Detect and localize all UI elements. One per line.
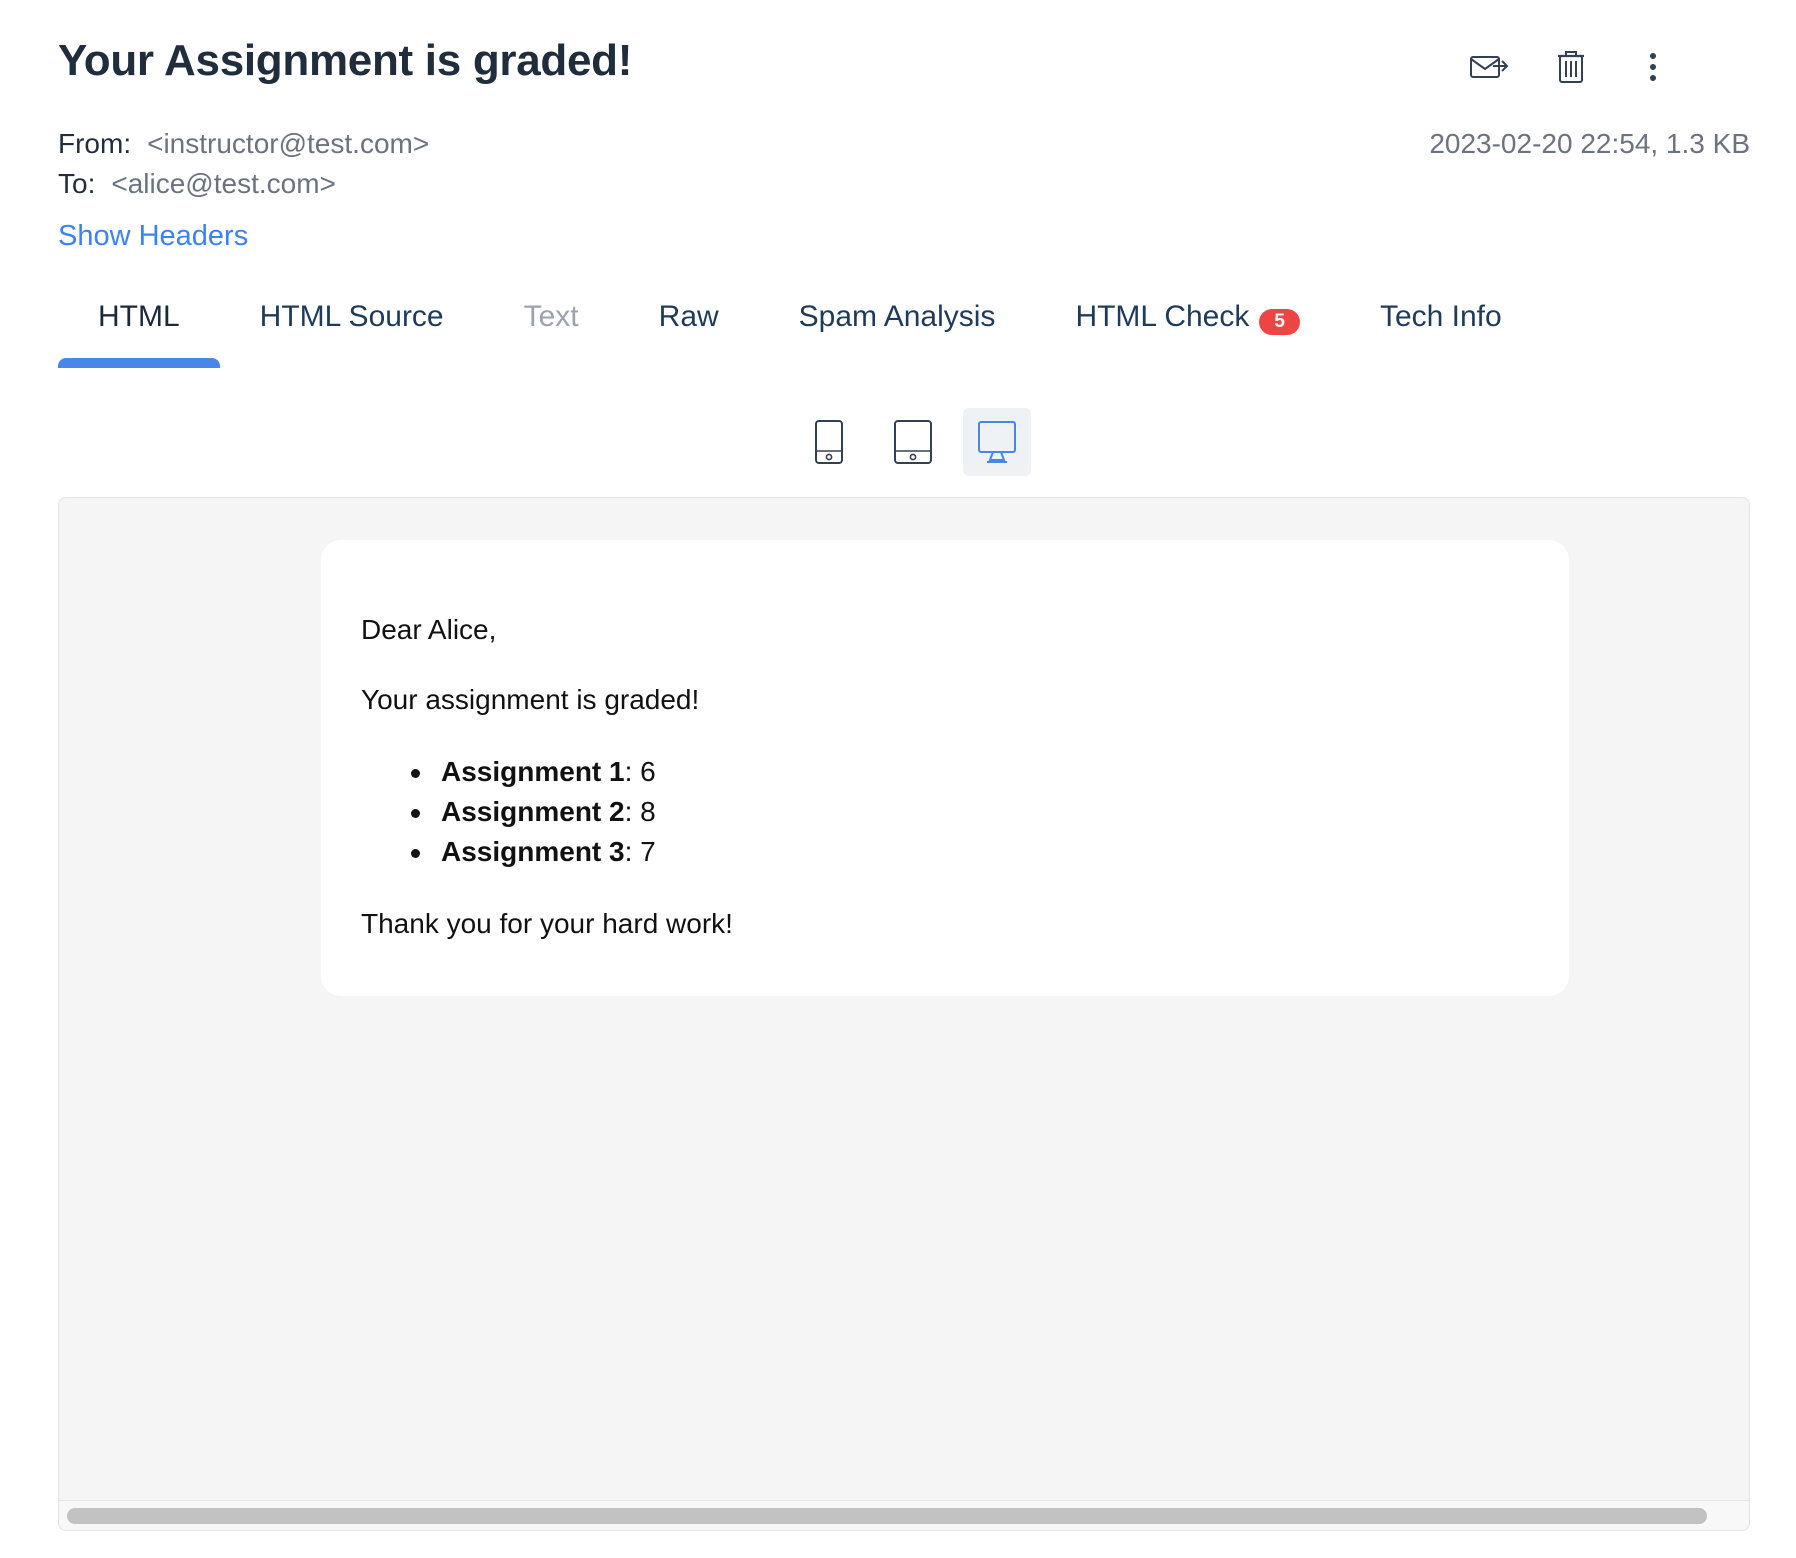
- tab-html-check[interactable]: HTML Check 5: [1035, 282, 1340, 368]
- assignment-score: : 6: [624, 756, 656, 787]
- show-headers-link[interactable]: Show Headers: [58, 220, 248, 253]
- grades-list: Assignment 1: 6 Assignment 2: 8 Assignme…: [411, 752, 1529, 872]
- desktop-icon: [978, 421, 1016, 463]
- desktop-view-button[interactable]: [963, 408, 1031, 476]
- tab-tech-info[interactable]: Tech Info: [1340, 282, 1542, 368]
- delete-button[interactable]: [1548, 44, 1594, 90]
- greeting: Dear Alice,: [361, 614, 497, 645]
- tablet-view-button[interactable]: [879, 408, 947, 476]
- assignment-name: Assignment 1: [441, 756, 625, 787]
- more-vertical-icon: [1650, 53, 1656, 81]
- assignment-name: Assignment 3: [441, 836, 625, 867]
- release-button[interactable]: [1466, 44, 1512, 90]
- assignment-score: : 7: [624, 836, 656, 867]
- to-label: To:: [58, 168, 96, 199]
- html-check-count-badge: 5: [1259, 309, 1300, 335]
- tab-label: HTML Source: [259, 300, 444, 333]
- phone-view-button[interactable]: [795, 408, 863, 476]
- email-body-card: Dear Alice, Your assignment is graded! A…: [321, 540, 1569, 996]
- tab-label: Text: [523, 300, 579, 333]
- date-size: 2023-02-20 22:54, 1.3 KB: [1429, 128, 1750, 159]
- intro-text: Your assignment is graded!: [361, 684, 700, 715]
- tab-raw[interactable]: Raw: [619, 282, 759, 368]
- tab-label: HTML Check: [1075, 300, 1250, 333]
- device-switcher: [0, 408, 1796, 476]
- list-item: Assignment 3: 7: [411, 832, 1529, 872]
- tablet-icon: [894, 420, 932, 464]
- email-subject: Your Assignment is graded!: [58, 36, 633, 85]
- to-row: To: <alice@test.com>: [58, 164, 429, 204]
- from-label: From:: [58, 128, 132, 159]
- message-actions: [1466, 44, 1676, 90]
- tab-label: Raw: [658, 300, 719, 333]
- list-item: Assignment 1: 6: [411, 752, 1529, 792]
- from-value: <instructor@test.com>: [147, 128, 430, 159]
- from-row: From: <instructor@test.com>: [58, 124, 429, 164]
- to-value: <alice@test.com>: [111, 168, 336, 199]
- tab-spam-analysis[interactable]: Spam Analysis: [759, 282, 1036, 368]
- phone-icon: [815, 420, 843, 464]
- scrollbar-thumb[interactable]: [67, 1508, 1707, 1524]
- trash-icon: [1558, 51, 1584, 83]
- email-meta: From: <instructor@test.com> To: <alice@t…: [58, 124, 429, 204]
- assignment-score: : 8: [624, 796, 656, 827]
- html-preview-pane: Dear Alice, Your assignment is graded! A…: [58, 497, 1750, 1531]
- assignment-name: Assignment 2: [441, 796, 625, 827]
- horizontal-scrollbar[interactable]: [59, 1500, 1749, 1530]
- tab-label: Tech Info: [1379, 300, 1502, 333]
- active-tab-indicator: [58, 358, 220, 368]
- tab-html[interactable]: HTML: [58, 282, 220, 368]
- tab-html-source[interactable]: HTML Source: [220, 282, 484, 368]
- tab-text[interactable]: Text: [484, 282, 619, 368]
- closing-text: Thank you for your hard work!: [361, 908, 733, 939]
- more-button[interactable]: [1630, 44, 1676, 90]
- release-mail-icon: [1470, 56, 1509, 78]
- tab-label: HTML: [98, 300, 180, 333]
- list-item: Assignment 2: 8: [411, 792, 1529, 832]
- tab-label: Spam Analysis: [798, 300, 996, 333]
- view-tabs: HTML HTML Source Text Raw Spam Analysis …: [58, 282, 1542, 368]
